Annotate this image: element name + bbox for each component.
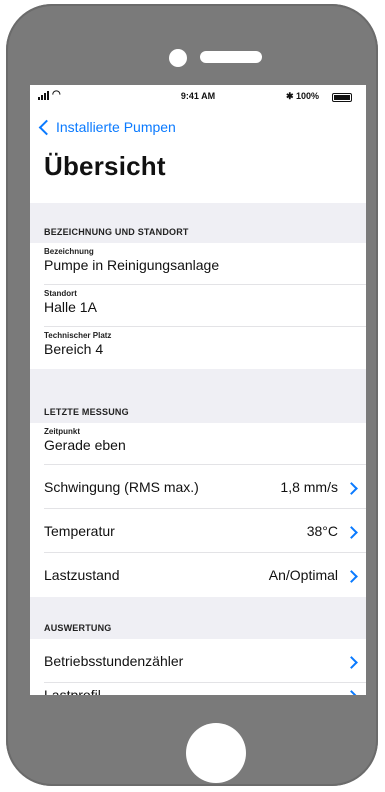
cell-value: Bereich 4 (44, 341, 104, 357)
row-label: Lastprofil (44, 687, 101, 695)
cell-caption: Standort (44, 289, 77, 298)
cell-value: Pumpe in Reinigungsanlage (44, 257, 220, 273)
chevron-left-icon (38, 119, 55, 135)
chevron-right-icon (345, 656, 358, 669)
home-button[interactable] (186, 723, 246, 783)
section-header-label: BEZEICHNUNG UND STANDORT (44, 227, 189, 237)
row-betriebsstundenzaehler[interactable]: Betriebsstundenzähler (30, 639, 366, 683)
back-button[interactable]: Installierte Pumpen (38, 119, 176, 135)
chevron-right-icon (345, 482, 358, 495)
front-camera (169, 49, 187, 67)
row-label: Schwingung (RMS max.) (44, 479, 199, 495)
phone-frame: ◠ 9:41 AM ✱ 100% Installierte Pumpen Übe… (6, 4, 378, 786)
battery-icon (332, 93, 352, 102)
cell-value: Gerade eben (44, 437, 126, 453)
section-header-label: AUSWERTUNG (44, 623, 112, 633)
section-header-letzte-messung: LETZTE MESSUNG (30, 369, 366, 423)
row-lastprofil[interactable]: Lastprofil (30, 683, 366, 695)
row-lastzustand[interactable]: Lastzustand An/Optimal (30, 553, 366, 597)
bluetooth-icon: ✱ (286, 91, 294, 101)
cell-caption: Technischer Platz (44, 331, 112, 340)
status-bar: ◠ 9:41 AM ✱ 100% (30, 85, 366, 107)
info-cell-zeitpunkt: Zeitpunkt Gerade eben (30, 423, 366, 465)
row-label: Betriebsstundenzähler (44, 653, 184, 669)
page-title: Übersicht (44, 151, 166, 181)
cell-value: Halle 1A (44, 299, 97, 315)
back-button-label: Installierte Pumpen (56, 119, 176, 135)
row-value: An/Optimal (268, 567, 338, 583)
row-label: Temperatur (44, 523, 115, 539)
chevron-right-icon (345, 526, 358, 539)
row-value: 1,8 mm/s (280, 479, 338, 495)
row-schwingung[interactable]: Schwingung (RMS max.) 1,8 mm/s (30, 465, 366, 509)
section-header-bezeichnung: BEZEICHNUNG UND STANDORT (30, 203, 366, 243)
row-value: 38°C (306, 523, 338, 539)
section-header-label: LETZTE MESSUNG (44, 407, 129, 417)
section-header-auswertung: AUSWERTUNG (30, 597, 366, 639)
earpiece-speaker (200, 51, 262, 63)
row-temperatur[interactable]: Temperatur 38°C (30, 509, 366, 553)
info-cell-bezeichnung: Bezeichnung Pumpe in Reinigungsanlage (30, 243, 366, 285)
info-cell-standort: Standort Halle 1A (30, 285, 366, 327)
screen: ◠ 9:41 AM ✱ 100% Installierte Pumpen Übe… (30, 85, 366, 695)
info-cell-technischer-platz: Technischer Platz Bereich 4 (30, 327, 366, 369)
cell-caption: Bezeichnung (44, 247, 94, 256)
row-label: Lastzustand (44, 567, 120, 583)
cell-caption: Zeitpunkt (44, 427, 80, 436)
chevron-right-icon (345, 690, 358, 695)
chevron-right-icon (345, 570, 358, 583)
battery-percentage: 100% (296, 91, 320, 101)
